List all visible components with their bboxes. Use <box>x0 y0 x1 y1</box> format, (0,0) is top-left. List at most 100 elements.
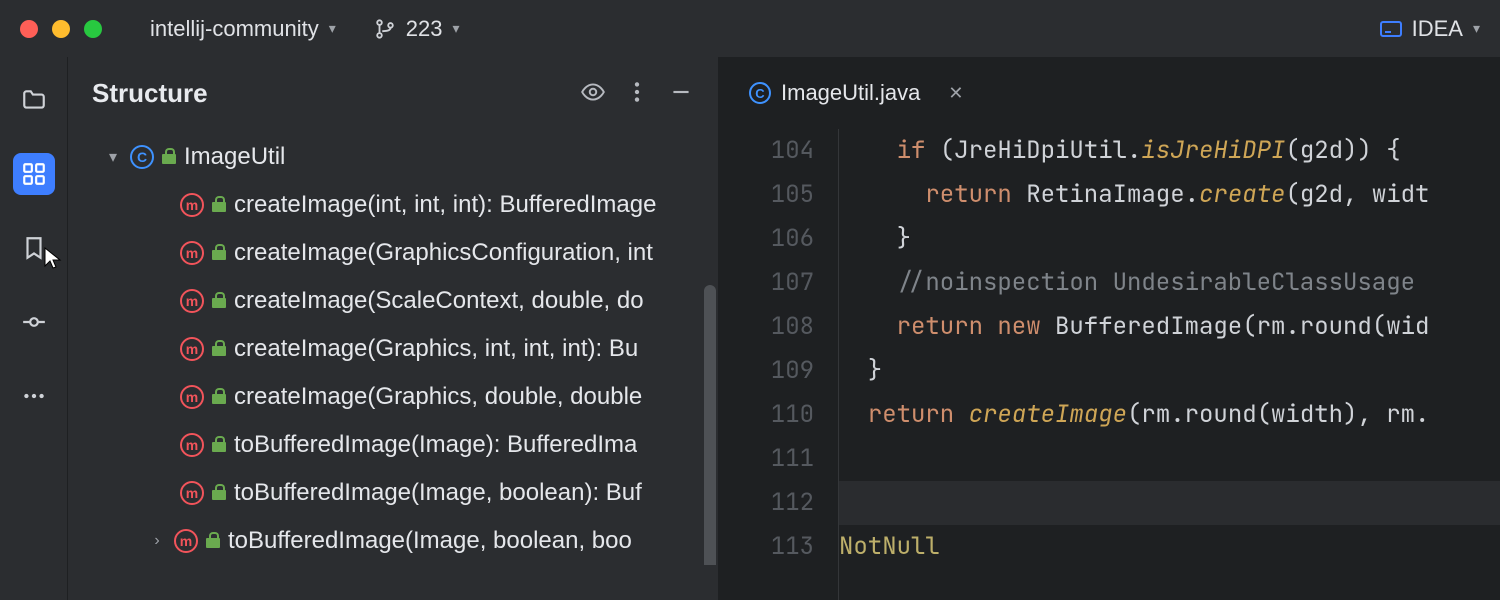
chevron-down-icon: ▾ <box>452 20 459 37</box>
method-signature: toBufferedImage(Image, boolean): Buf <box>234 479 642 507</box>
code-line[interactable]: return new BufferedImage(rm.round(wid <box>839 305 1500 349</box>
line-number: 106 <box>719 217 814 261</box>
method-badge-icon: m <box>180 241 204 265</box>
titlebar: intellij-community ▾ 223 ▾ IDEA ▾ <box>0 0 1500 57</box>
code-line[interactable]: if (JreHiDpiUtil.isJreHiDPI(g2d)) { <box>839 129 1500 173</box>
commit-icon <box>21 309 47 335</box>
project-name: intellij-community <box>150 16 319 42</box>
minimize-window-icon[interactable] <box>52 20 70 38</box>
kebab-icon <box>624 79 650 105</box>
structure-header: Structure <box>68 57 718 129</box>
product-icon <box>1380 21 1402 37</box>
minimize-panel-button[interactable] <box>668 79 694 108</box>
method-badge-icon: m <box>180 433 204 457</box>
tree-method-node[interactable]: › m toBufferedImage(Image, boolean, boo <box>68 517 718 565</box>
code-editor[interactable]: 104105106107108109110111112113 if (JreHi… <box>719 129 1500 600</box>
tree-method-node[interactable]: m createImage(ScaleContext, double, do <box>68 277 718 325</box>
branch-name: 223 <box>406 16 443 42</box>
lock-icon <box>212 390 226 404</box>
lock-icon <box>212 246 226 260</box>
line-number-gutter: 104105106107108109110111112113 <box>719 129 839 600</box>
chevron-down-icon: ▾ <box>329 20 336 37</box>
method-signature: createImage(Graphics, double, double <box>234 383 642 411</box>
structure-tree[interactable]: ▾ C ImageUtil m createImage(int, int, int… <box>68 129 718 565</box>
tree-method-node[interactable]: m createImage(Graphics, double, double <box>68 373 718 421</box>
chevron-right-icon[interactable]: › <box>148 532 166 550</box>
chevron-down-icon: ▾ <box>1473 20 1480 37</box>
editor-tab[interactable]: C ImageUtil.java ✕ <box>749 80 963 106</box>
tree-method-node[interactable]: m toBufferedImage(Image): BufferedIma <box>68 421 718 469</box>
close-window-icon[interactable] <box>20 20 38 38</box>
tree-method-node[interactable]: m createImage(int, int, int): BufferedIma… <box>68 181 718 229</box>
code-line[interactable]: return RetinaImage.create(g2d, widt <box>839 173 1500 217</box>
code-line[interactable]: } <box>839 217 1500 261</box>
product-selector[interactable]: IDEA ▾ <box>1380 16 1480 42</box>
code-line[interactable]: return createImage(rm.round(width), rm. <box>839 393 1500 437</box>
lock-icon <box>212 198 226 212</box>
method-signature: createImage(int, int, int): BufferedImag… <box>234 191 656 219</box>
method-signature: createImage(GraphicsConfiguration, int <box>234 239 653 267</box>
close-tab-button[interactable]: ✕ <box>948 83 963 104</box>
line-number: 113 <box>719 525 814 569</box>
tree-class-node[interactable]: ▾ C ImageUtil <box>68 133 718 181</box>
method-badge-icon: m <box>174 529 198 553</box>
method-badge-icon: m <box>180 385 204 409</box>
structure-title: Structure <box>92 78 562 109</box>
tree-method-node[interactable]: m createImage(GraphicsConfiguration, int <box>68 229 718 277</box>
lock-icon <box>212 438 226 452</box>
bookmark-icon <box>21 235 47 261</box>
more-tool-button[interactable] <box>13 375 55 417</box>
tab-filename: ImageUtil.java <box>781 80 920 106</box>
code-line[interactable] <box>839 481 1500 525</box>
method-badge-icon: m <box>180 481 204 505</box>
project-tool-button[interactable] <box>13 79 55 121</box>
tree-method-node[interactable]: m createImage(Graphics, int, int, int): B… <box>68 325 718 373</box>
lock-icon <box>212 486 226 500</box>
line-number: 112 <box>719 481 814 525</box>
view-options-button[interactable] <box>580 79 606 108</box>
method-signature: toBufferedImage(Image): BufferedIma <box>234 431 637 459</box>
branch-selector[interactable]: 223 ▾ <box>374 16 460 42</box>
method-badge-icon: m <box>180 337 204 361</box>
branch-icon <box>374 18 396 40</box>
code-line[interactable]: } <box>839 349 1500 393</box>
chevron-down-icon[interactable]: ▾ <box>104 147 122 167</box>
method-badge-icon: m <box>180 193 204 217</box>
bookmarks-tool-button[interactable] <box>13 227 55 269</box>
project-selector[interactable]: intellij-community ▾ <box>150 16 336 42</box>
line-number: 110 <box>719 393 814 437</box>
commit-tool-button[interactable] <box>13 301 55 343</box>
method-badge-icon: m <box>180 289 204 313</box>
product-name: IDEA <box>1412 16 1463 42</box>
structure-panel: Structure ▾ C ImageUtil m createImage(int… <box>67 57 719 600</box>
line-number: 107 <box>719 261 814 305</box>
editor-area: C ImageUtil.java ✕ 104105106107108109110… <box>719 57 1500 600</box>
lock-icon <box>162 150 176 164</box>
line-number: 105 <box>719 173 814 217</box>
line-number: 109 <box>719 349 814 393</box>
code-line[interactable] <box>839 437 1500 481</box>
lock-icon <box>206 534 220 548</box>
lock-icon <box>212 342 226 356</box>
code-lines[interactable]: if (JreHiDpiUtil.isJreHiDPI(g2d)) { retu… <box>839 129 1500 600</box>
class-name: ImageUtil <box>184 143 285 171</box>
line-number: 111 <box>719 437 814 481</box>
class-badge-icon: C <box>130 145 154 169</box>
left-toolstrip <box>0 57 67 600</box>
class-file-icon: C <box>749 82 771 104</box>
line-number: 104 <box>719 129 814 173</box>
method-signature: toBufferedImage(Image, boolean, boo <box>228 527 632 555</box>
tree-method-node[interactable]: m toBufferedImage(Image, boolean): Buf <box>68 469 718 517</box>
panel-options-button[interactable] <box>624 79 650 108</box>
eye-icon <box>580 79 606 105</box>
code-line[interactable]: //noinspection UndesirableClassUsage <box>839 261 1500 305</box>
folder-icon <box>21 87 47 113</box>
ellipsis-icon <box>21 383 47 409</box>
structure-tool-button[interactable] <box>13 153 55 195</box>
zoom-window-icon[interactable] <box>84 20 102 38</box>
method-signature: createImage(ScaleContext, double, do <box>234 287 644 315</box>
code-line[interactable]: NotNull <box>839 525 1500 569</box>
method-signature: createImage(Graphics, int, int, int): Bu <box>234 335 638 363</box>
scrollbar-thumb[interactable] <box>704 285 716 565</box>
lock-icon <box>212 294 226 308</box>
